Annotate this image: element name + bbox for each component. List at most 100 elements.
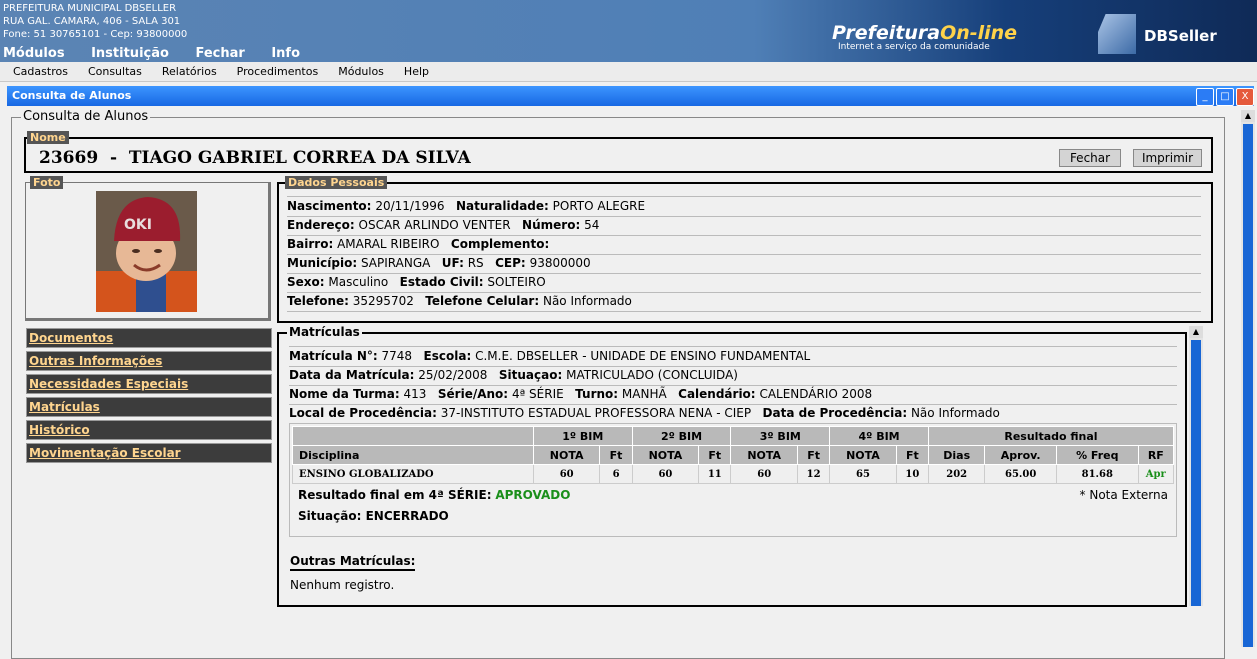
menu-historico-label[interactable]: Histórico	[29, 423, 90, 437]
ft-cell: 12	[796, 464, 831, 484]
serie-label: Série/Ano:	[437, 387, 509, 401]
rf-cell: Apr	[1137, 464, 1175, 484]
celular-value: Não Informado	[542, 294, 632, 308]
resultado-final-value: APROVADO	[495, 488, 571, 502]
menu-movimentacao-escolar-label[interactable]: Movimentação Escolar	[29, 446, 181, 460]
situacao-label: Situaçao:	[498, 368, 563, 382]
window-title: Consulta de Alunos	[12, 89, 132, 102]
nascimento-label: Nascimento:	[287, 199, 372, 213]
sexo-value: Masculino	[328, 275, 389, 289]
uf-label: UF:	[441, 256, 464, 270]
local-procedencia-label: Local de Procedência:	[289, 406, 437, 420]
menu-outras-informacoes[interactable]: Outras Informações	[26, 351, 272, 371]
main-menu-info[interactable]: Info	[271, 46, 300, 61]
nota-header: NOTA	[631, 445, 700, 465]
student-name: 23669 - TIAGO GABRIEL CORREA DA SILVA	[39, 148, 471, 168]
telefone-label: Telefone:	[287, 294, 349, 308]
bairro-value: AMARAL RIBEIRO	[337, 237, 440, 251]
row-sexo: Sexo: Masculino Estado Civil: SOLTEIRO	[287, 273, 1201, 293]
matricula-label: Matrícula N°:	[289, 349, 378, 363]
scroll-up-icon[interactable]: ▲	[1189, 326, 1203, 338]
logo-text-prefeitura: Prefeitura	[832, 22, 941, 44]
grades-header-empty	[292, 426, 534, 446]
window-scrollbar[interactable]: ▲	[1241, 110, 1255, 647]
nota-cell: 60	[730, 464, 798, 484]
grades-header-row-2: Disciplina NOTA Ft NOTA Ft NOTA Ft NOTA …	[292, 445, 1175, 465]
endereco-label: Endereço:	[287, 218, 355, 232]
scroll-up-icon[interactable]: ▲	[1241, 110, 1255, 122]
svg-text:OKI: OKI	[124, 217, 152, 233]
nome-box: 23669 - TIAGO GABRIEL CORREA DA SILVA Fe…	[24, 137, 1213, 173]
menu-matriculas-label[interactable]: Matrículas	[29, 400, 100, 414]
menu-documentos[interactable]: Documentos	[26, 328, 272, 348]
grades-panel: 1º BIM 2º BIM 3º BIM 4º BIM Resultado fi…	[289, 423, 1177, 537]
foto-box: OKI	[25, 182, 271, 321]
institution-phone: Fone: 51 30765101 - Cep: 93800000	[3, 29, 188, 40]
main-menu-modulos[interactable]: Módulos	[3, 46, 65, 61]
ft-header: Ft	[698, 445, 732, 465]
minimize-icon[interactable]: _	[1196, 88, 1214, 106]
naturalidade-label: Naturalidade:	[455, 199, 549, 213]
scroll-thumb[interactable]	[1191, 340, 1201, 606]
nascimento-value: 20/11/1996	[375, 199, 445, 213]
bim3-header: 3º BIM	[730, 426, 831, 446]
matriculas-legend: Matrículas	[287, 325, 362, 339]
ft-cell: 10	[895, 464, 929, 484]
aprov-header: Aprov.	[984, 445, 1057, 465]
menu-consultas[interactable]: Consultas	[88, 62, 142, 81]
nota-externa: * Nota Externa	[1079, 488, 1168, 502]
nota-cell: 60	[532, 464, 601, 484]
numero-value: 54	[584, 218, 600, 232]
nota-cell: 65	[829, 464, 897, 484]
row-data-matricula: Data da Matrícula: 25/02/2008 Situaçao: …	[289, 366, 1177, 386]
municipio-label: Município:	[287, 256, 358, 270]
menu-historico[interactable]: Histórico	[26, 420, 272, 440]
maximize-icon[interactable]: □	[1216, 88, 1234, 106]
menu-relatorios[interactable]: Relatórios	[162, 62, 217, 81]
fechar-button[interactable]: Fechar	[1059, 149, 1121, 167]
menu-documentos-label[interactable]: Documentos	[29, 331, 113, 345]
dias-header: Dias	[927, 445, 986, 465]
dados-pessoais-box: Nascimento: 20/11/1996 Naturalidade: POR…	[277, 182, 1213, 323]
menu-outras-informacoes-label[interactable]: Outras Informações	[29, 354, 162, 368]
situacao-final-label: Situação:	[298, 509, 362, 523]
consulta-legend: Consulta de Alunos	[21, 109, 151, 124]
municipio-value: SAPIRANGA	[360, 256, 431, 270]
menu-procedimentos[interactable]: Procedimentos	[237, 62, 319, 81]
close-icon[interactable]: X	[1236, 88, 1254, 106]
menu-help[interactable]: Help	[404, 62, 429, 81]
menu-matriculas[interactable]: Matrículas	[26, 397, 272, 417]
menu-necessidades-especiais-label[interactable]: Necessidades Especiais	[29, 377, 188, 391]
menu-bar: Cadastros Consultas Relatórios Procedimento…	[0, 62, 1257, 82]
app-header: PREFEITURA MUNICIPAL DBSELLER RUA GAL. C…	[0, 0, 1257, 62]
sexo-label: Sexo:	[287, 275, 325, 289]
imprimir-button[interactable]: Imprimir	[1133, 149, 1202, 167]
scroll-thumb[interactable]	[1243, 124, 1253, 647]
menu-necessidades-especiais[interactable]: Necessidades Especiais	[26, 374, 272, 394]
row-bairro: Bairro: AMARAL RIBEIRO Complemento:	[287, 235, 1201, 255]
nota-header: NOTA	[829, 445, 897, 465]
menu-modulos[interactable]: Módulos	[338, 62, 384, 81]
nota-header: NOTA	[532, 445, 601, 465]
numero-label: Número:	[522, 218, 581, 232]
main-menu-fechar[interactable]: Fechar	[195, 46, 244, 61]
menu-movimentacao-escolar[interactable]: Movimentação Escolar	[26, 443, 272, 463]
logo-text-online: On-line	[940, 22, 1018, 44]
grades-table: 1º BIM 2º BIM 3º BIM 4º BIM Resultado fi…	[292, 426, 1175, 484]
bim4-header: 4º BIM	[829, 426, 929, 446]
dbseller-logo-text: DBSeller	[1144, 27, 1217, 45]
resultado-final-header: Resultado final	[927, 426, 1175, 446]
ft-header: Ft	[895, 445, 929, 465]
nota-cell: 60	[631, 464, 700, 484]
foto-legend: Foto	[30, 176, 64, 189]
window-titlebar[interactable]: Consulta de Alunos _ □ X	[7, 86, 1254, 106]
ft-header: Ft	[796, 445, 831, 465]
calendario-label: Calendário:	[678, 387, 756, 401]
menu-cadastros[interactable]: Cadastros	[13, 62, 68, 81]
prefeitura-online-logo: PrefeituraOn-line Internet a serviço da …	[832, 22, 1017, 52]
matriculas-scrollbar[interactable]: ▲	[1189, 326, 1203, 606]
main-menu-instituicao[interactable]: Instituição	[91, 46, 169, 61]
local-procedencia-value: 37-INSTITUTO ESTADUAL PROFESSORA NENA - …	[440, 406, 752, 420]
matricula-value: 7748	[381, 349, 413, 363]
cep-value: 93800000	[529, 256, 591, 270]
